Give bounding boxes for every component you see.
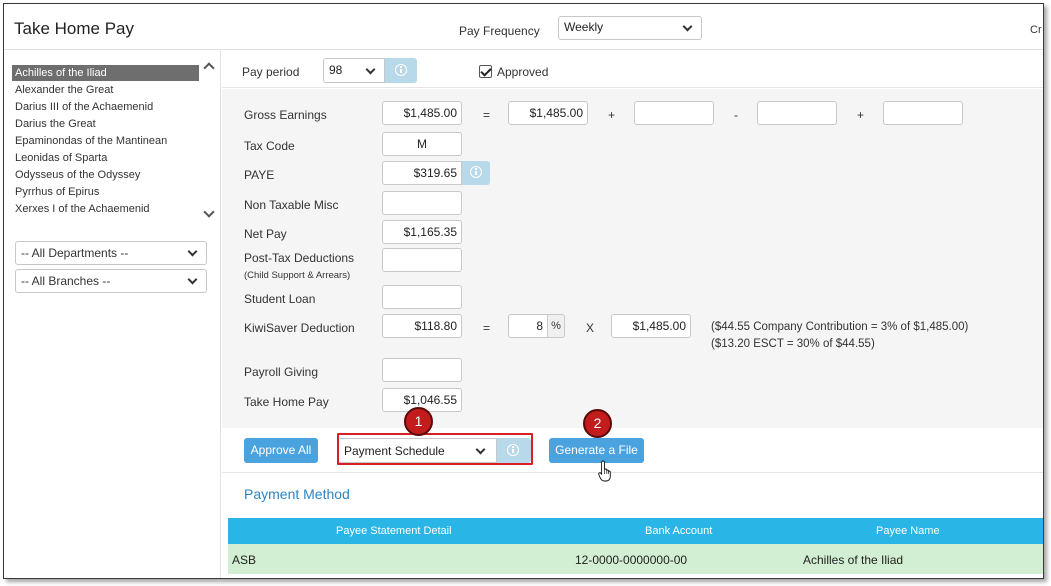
student-loan-label: Student Loan bbox=[244, 292, 316, 306]
paye-field[interactable]: $319.65 bbox=[382, 161, 462, 185]
chevron-down-icon bbox=[187, 274, 198, 285]
net-pay-field[interactable]: $1,165.35 bbox=[382, 220, 462, 244]
departments-select[interactable]: -- All Departments -- bbox=[15, 241, 207, 265]
take-home-pay-label: Take Home Pay bbox=[244, 395, 329, 409]
pay-period-value: 98 bbox=[329, 63, 343, 77]
pay-frequency-label: Pay Frequency bbox=[459, 24, 540, 38]
pay-frequency-select[interactable]: Weekly bbox=[558, 16, 702, 40]
approved-label: Approved bbox=[497, 65, 549, 79]
pay-form: Gross Earnings $1,485.00 = $1,485.00 + -… bbox=[222, 89, 1043, 428]
equals-sign: = bbox=[483, 108, 491, 122]
column-header: Bank Account bbox=[645, 525, 713, 537]
scroll-up-icon[interactable] bbox=[203, 62, 215, 74]
gross-earnings-deduction-field[interactable] bbox=[757, 101, 837, 125]
employee-item[interactable]: Leonidas of Sparta bbox=[12, 150, 199, 166]
action-bar: Approve All Payment Schedule Generate a … bbox=[222, 428, 1043, 473]
gross-earnings-extra-field[interactable] bbox=[883, 101, 963, 125]
pay-period-select[interactable]: 98 bbox=[323, 58, 385, 83]
payment-table-header: Payee Statement Detail Bank Account Paye… bbox=[228, 518, 1043, 544]
annotation-marker-1: 1 bbox=[404, 407, 433, 436]
pay-frequency-value: Weekly bbox=[564, 20, 604, 34]
tax-code-field[interactable]: M bbox=[382, 132, 462, 156]
table-row[interactable]: ASB 12-0000-0000000-00 Achilles of the I… bbox=[228, 544, 1043, 574]
pay-period-bar: Pay period 98 Approved bbox=[222, 50, 1043, 88]
payment-schedule-info-button[interactable] bbox=[497, 438, 531, 463]
info-icon bbox=[470, 166, 482, 178]
percent-addon: % bbox=[548, 314, 565, 338]
pay-period-info-button[interactable] bbox=[385, 58, 417, 83]
kiwisaver-esct-note: ($13.20 ESCT = 30% of $44.55) bbox=[711, 338, 875, 350]
app-window: Take Home Pay Pay Frequency Weekly Cr Ac… bbox=[3, 3, 1044, 579]
payment-schedule-value: Payment Schedule bbox=[344, 444, 445, 458]
branches-value: -- All Branches -- bbox=[21, 274, 111, 288]
chevron-down-icon bbox=[365, 64, 376, 75]
kiwisaver-base-field[interactable]: $1,485.00 bbox=[611, 314, 691, 338]
kiwisaver-label: KiwiSaver Deduction bbox=[244, 321, 355, 335]
employee-item[interactable]: Epaminondas of the Mantinean bbox=[12, 133, 199, 149]
employee-item[interactable]: Xerxes I of the Achaemenid bbox=[12, 201, 199, 217]
payment-method-title: Payment Method bbox=[244, 486, 350, 502]
pay-period-label: Pay period bbox=[242, 65, 300, 79]
hand-cursor-icon bbox=[598, 460, 611, 482]
post-tax-deductions-sublabel: (Child Support & Arrears) bbox=[244, 270, 351, 281]
chevron-down-icon bbox=[682, 21, 693, 32]
paye-info-button[interactable] bbox=[462, 161, 490, 185]
non-taxable-misc-field[interactable] bbox=[382, 191, 462, 215]
gross-earnings-label: Gross Earnings bbox=[244, 108, 327, 122]
tax-code-label: Tax Code bbox=[244, 139, 295, 153]
header-bar: Take Home Pay Pay Frequency Weekly Cr bbox=[4, 4, 1043, 50]
employee-panel: Achilles of the Iliad Alexander the Grea… bbox=[4, 50, 221, 578]
approved-checkbox[interactable] bbox=[479, 65, 492, 78]
info-icon bbox=[507, 444, 519, 456]
kiwisaver-rate-field[interactable]: 8 bbox=[508, 314, 548, 338]
plus-sign: + bbox=[608, 108, 616, 122]
gross-earnings-addition-field[interactable] bbox=[634, 101, 714, 125]
employee-item[interactable]: Pyrrhus of Epirus bbox=[12, 184, 199, 200]
column-header: Payee Name bbox=[876, 525, 940, 537]
payroll-giving-field[interactable] bbox=[382, 358, 462, 382]
chevron-down-icon bbox=[187, 246, 198, 257]
column-header: Payee Statement Detail bbox=[336, 525, 452, 537]
generate-file-button[interactable]: Generate a File bbox=[549, 438, 644, 463]
bank-account-cell: 12-0000-0000000-00 bbox=[575, 553, 688, 567]
kiwisaver-company-note: ($44.55 Company Contribution = 3% of $1,… bbox=[711, 321, 969, 333]
payee-statement-cell: ASB bbox=[232, 553, 257, 567]
payment-schedule-select[interactable]: Payment Schedule bbox=[337, 438, 497, 463]
scroll-down-icon[interactable] bbox=[203, 206, 215, 218]
non-taxable-misc-label: Non Taxable Misc bbox=[244, 198, 339, 212]
multiply-sign: X bbox=[586, 321, 595, 335]
employee-item[interactable]: Darius the Great bbox=[12, 116, 199, 132]
departments-value: -- All Departments -- bbox=[21, 246, 129, 260]
annotation-marker-2: 2 bbox=[583, 409, 612, 438]
employee-item[interactable]: Darius III of the Achaemenid bbox=[12, 99, 199, 115]
plus-sign: + bbox=[857, 108, 865, 122]
employee-item[interactable]: Alexander the Great bbox=[12, 82, 199, 98]
info-icon bbox=[395, 64, 407, 76]
payroll-giving-label: Payroll Giving bbox=[244, 365, 319, 379]
pay-details-panel: Pay period 98 Approved Gross Earnings $1… bbox=[222, 50, 1043, 578]
approve-all-button[interactable]: Approve All bbox=[244, 438, 318, 463]
post-tax-deductions-field[interactable] bbox=[382, 248, 462, 272]
gross-earnings-field[interactable]: $1,485.00 bbox=[382, 101, 462, 125]
post-tax-deductions-label: Post-Tax Deductions bbox=[244, 251, 355, 265]
header-truncated-text: Cr bbox=[1030, 24, 1042, 36]
gross-earnings-calc-field[interactable]: $1,485.00 bbox=[508, 101, 588, 125]
employee-item[interactable]: Odysseus of the Odyssey bbox=[12, 167, 199, 183]
branches-select[interactable]: -- All Branches -- bbox=[15, 269, 207, 293]
student-loan-field[interactable] bbox=[382, 285, 462, 309]
payee-name-cell: Achilles of the Iliad bbox=[803, 553, 904, 567]
minus-sign: - bbox=[734, 108, 738, 122]
net-pay-label: Net Pay bbox=[244, 227, 287, 241]
chevron-down-icon bbox=[475, 444, 486, 455]
page-title: Take Home Pay bbox=[14, 19, 134, 38]
employee-list[interactable]: Achilles of the Iliad Alexander the Grea… bbox=[10, 58, 217, 223]
equals-sign: = bbox=[483, 321, 491, 335]
kiwisaver-field[interactable]: $118.80 bbox=[382, 314, 462, 338]
employee-item[interactable]: Achilles of the Iliad bbox=[12, 65, 199, 81]
paye-label: PAYE bbox=[244, 168, 275, 182]
